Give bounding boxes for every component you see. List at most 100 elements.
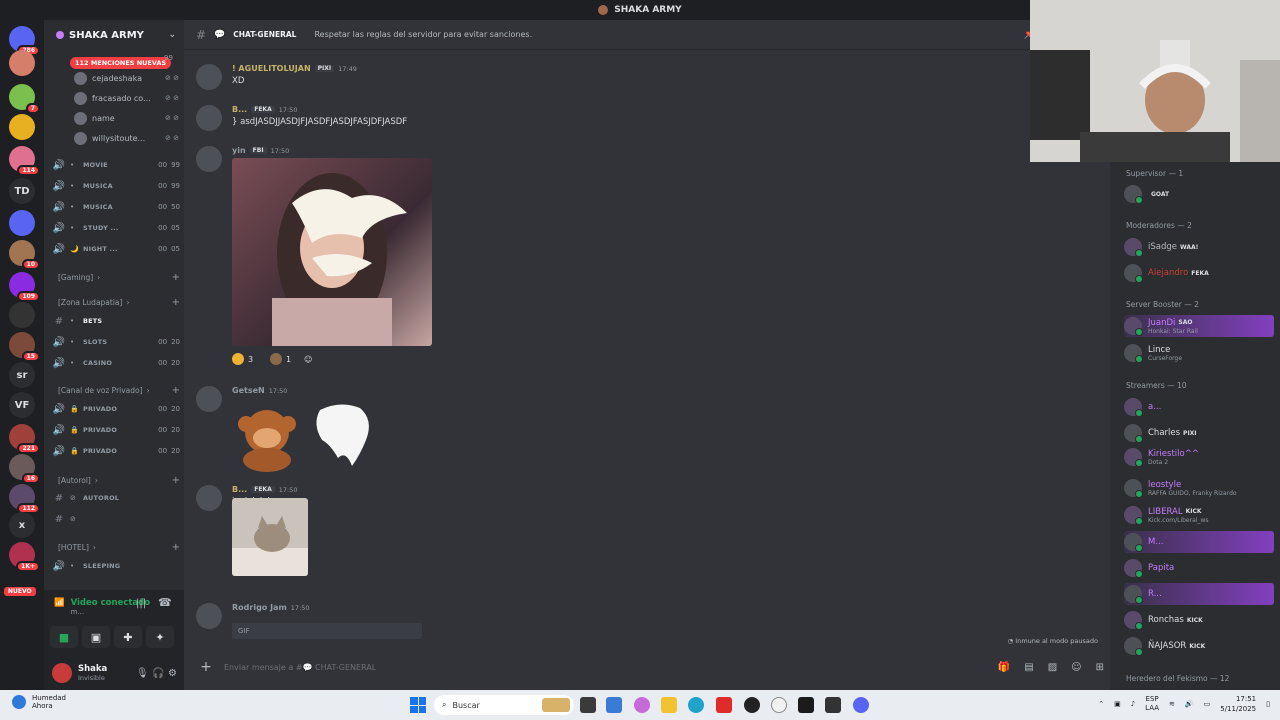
- channel-item[interactable]: 🔊 • MUSICA 00 50: [52, 197, 180, 217]
- user-panel[interactable]: Shaka Invisible 🎙 🎧 ⚙: [44, 656, 184, 690]
- member-item[interactable]: Lince CurseForge: [1124, 342, 1274, 364]
- member-item[interactable]: M...: [1124, 531, 1274, 553]
- message-author[interactable]: B...: [232, 105, 247, 114]
- channel-item[interactable]: 🔊 🔒 PRIVADO 00 20: [52, 399, 180, 419]
- server-icon[interactable]: x: [9, 512, 35, 538]
- notification-icon[interactable]: ▯: [1266, 700, 1270, 708]
- server-icon[interactable]: 109: [9, 272, 40, 302]
- message-input[interactable]: Enviar mensaje a #💬 CHAT-GENERAL: [224, 663, 376, 672]
- weather-widget[interactable]: Humedad Ahora: [12, 694, 66, 710]
- channel-item[interactable]: 🔊 • STUDY ... 00 05: [52, 218, 180, 238]
- add-attachment-icon[interactable]: +: [196, 659, 216, 675]
- app-icon-m[interactable]: [798, 697, 814, 713]
- server-icon[interactable]: 15: [9, 332, 40, 362]
- server-icon[interactable]: 1K+: [9, 542, 40, 572]
- app-icon-red[interactable]: [716, 697, 732, 713]
- channel-category[interactable]: [Autorol] › +: [58, 472, 180, 488]
- mic-icon[interactable]: 🎙: [136, 668, 149, 679]
- channel-item[interactable]: 🔊 🌙 NIGHT ... 00 05: [52, 239, 180, 259]
- cat-image-attachment[interactable]: [232, 498, 308, 576]
- battery-icon[interactable]: ▭: [1204, 700, 1211, 708]
- gift-icon[interactable]: 🎁: [998, 662, 1010, 673]
- gear-icon[interactable]: ⚙: [168, 668, 177, 679]
- member-item[interactable]: R...: [1124, 583, 1274, 605]
- channel-item[interactable]: # ⊘ AUTOROL: [52, 488, 180, 508]
- server-icon[interactable]: 10: [9, 240, 40, 270]
- channel-item[interactable]: # ⊘: [52, 509, 180, 529]
- message-author[interactable]: GetseN: [232, 386, 265, 395]
- avatar[interactable]: [196, 64, 222, 90]
- noise-icon[interactable]: |||: [136, 598, 146, 609]
- server-icon[interactable]: 112: [9, 484, 40, 514]
- add-channel-icon[interactable]: +: [172, 475, 180, 486]
- emoji-icon[interactable]: ☺: [1071, 662, 1081, 673]
- member-item[interactable]: leostyle RAFFA GUIDO, Franky Rizardo: [1124, 477, 1274, 499]
- server-icon[interactable]: sr: [9, 362, 35, 388]
- channel-item[interactable]: 🔊 • MOVIE 00 99: [52, 155, 180, 175]
- channel-item[interactable]: 🔊 🔒 PRIVADO 00 20: [52, 420, 180, 440]
- app-icon-grid[interactable]: [825, 697, 841, 713]
- member-item[interactable]: iSadge WAA!: [1124, 236, 1274, 258]
- server-icon[interactable]: 16: [9, 454, 40, 484]
- file-explorer-icon[interactable]: [661, 697, 677, 713]
- channel-category[interactable]: [HOTEL] › +: [58, 539, 180, 555]
- server-icon[interactable]: [9, 302, 35, 328]
- member-item[interactable]: Papita: [1124, 557, 1274, 579]
- message-author[interactable]: Rodrigo Jam: [232, 603, 287, 612]
- screen-share-button[interactable]: ▣: [82, 626, 110, 648]
- member-item[interactable]: Ronchas KICK: [1124, 609, 1274, 631]
- member-item[interactable]: Charles PIXI: [1124, 422, 1274, 444]
- server-icon[interactable]: 221: [9, 424, 40, 454]
- edge-icon[interactable]: [688, 697, 704, 713]
- server-icon[interactable]: TD: [9, 178, 35, 204]
- taskbar-search[interactable]: ⌕ Buscar: [434, 695, 574, 715]
- gif-loading[interactable]: GIF: [232, 623, 422, 639]
- activities-button[interactable]: ✚: [114, 626, 142, 648]
- reaction-fire[interactable]: 1: [270, 351, 291, 367]
- server-icon[interactable]: [9, 50, 35, 76]
- voice-user[interactable]: willysitoute... ⊘ ⊘: [74, 129, 179, 147]
- disconnect-icon[interactable]: ☎: [158, 596, 172, 609]
- sticker-monkey[interactable]: [232, 402, 302, 472]
- headphones-icon[interactable]: 🎧: [152, 668, 164, 679]
- member-item[interactable]: LIBERAL KICK Kick.com/Liberal_ws: [1124, 504, 1274, 526]
- sticker-icon[interactable]: ▨: [1048, 662, 1057, 673]
- channel-topic[interactable]: Respetar las reglas del servidor para ev…: [314, 30, 532, 39]
- avatar[interactable]: [196, 485, 222, 511]
- channel-item[interactable]: 🔊 • MUSICA 00 99: [52, 176, 180, 196]
- channel-item[interactable]: 🔊 🔒 PRIVADO 00 20: [52, 441, 180, 461]
- avatar[interactable]: [196, 386, 222, 412]
- server-icon[interactable]: VF: [9, 392, 35, 418]
- clock[interactable]: 17:51 5/11/2025: [1220, 694, 1256, 714]
- voice-user[interactable]: fracasado co... ⊘ ⊘: [74, 89, 179, 107]
- channel-category[interactable]: [Gaming] › +: [58, 269, 180, 285]
- chevron-up-icon[interactable]: ⌃: [1098, 700, 1104, 708]
- task-view-icon[interactable]: [580, 697, 596, 713]
- member-item[interactable]: Alejandro FEKA: [1124, 262, 1274, 284]
- channel-category[interactable]: [Zona Ludapatia] › +: [58, 294, 180, 310]
- soundboard-button[interactable]: ✦: [146, 626, 174, 648]
- channel-category[interactable]: [Canal de voz Privado] › +: [58, 382, 180, 398]
- language-indicator[interactable]: ESP LAA: [1145, 695, 1159, 713]
- channel-item[interactable]: 🔊 • SLOTS 00 20: [52, 332, 180, 352]
- add-reaction-button[interactable]: ☺: [304, 351, 312, 367]
- voice-user[interactable]: name ⊘ ⊘: [74, 109, 179, 127]
- new-mentions-badge[interactable]: 112 MENCIONES NUEVAS: [70, 57, 172, 69]
- sticker-splash[interactable]: [310, 400, 376, 470]
- channel-item[interactable]: # • BETS: [52, 311, 180, 331]
- server-icon[interactable]: 7: [9, 84, 40, 114]
- discord-taskbar-icon[interactable]: [853, 697, 869, 713]
- server-icon[interactable]: [9, 210, 35, 236]
- obs-icon[interactable]: [744, 697, 760, 713]
- avatar[interactable]: [196, 603, 222, 629]
- speaker-icon[interactable]: ♪: [1131, 700, 1135, 708]
- add-channel-icon[interactable]: +: [172, 272, 180, 283]
- message-composer[interactable]: + Enviar mensaje a #💬 CHAT-GENERAL 🎁 ▤ ▨…: [196, 656, 1104, 678]
- apps-icon[interactable]: ⊞: [1096, 662, 1104, 673]
- avatar[interactable]: [196, 105, 222, 131]
- add-channel-icon[interactable]: +: [172, 542, 180, 553]
- message-author[interactable]: B...: [232, 485, 247, 494]
- server-icon[interactable]: 114: [9, 146, 40, 176]
- server-icon[interactable]: [9, 114, 35, 140]
- message-author[interactable]: ! AGUELITOLUJAN: [232, 64, 311, 73]
